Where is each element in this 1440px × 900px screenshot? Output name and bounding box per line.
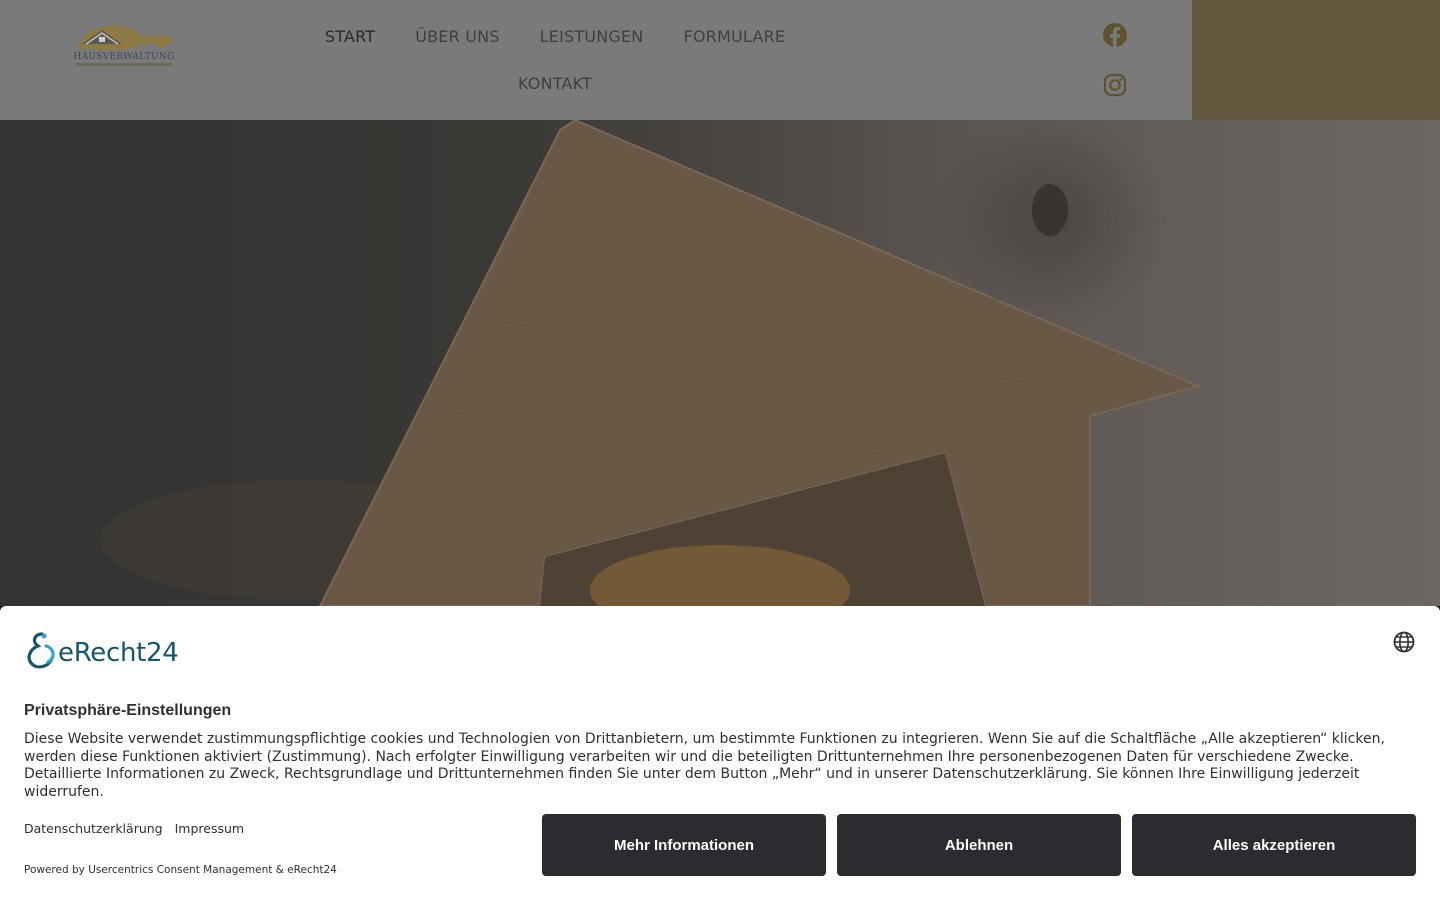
consent-description: Diese Website verwendet zustimmungspflic… [24,731,1385,800]
header-accent-block [1192,0,1440,120]
erecht24-brand-text: eRecht24 [58,638,179,668]
erecht24-symbol-icon [27,632,55,669]
consent-links: Datenschutzerklärung Impressum [24,821,244,836]
nav-leistungen[interactable]: LEISTUNGEN [520,20,664,53]
facebook-icon[interactable] [1102,22,1128,48]
language-globe-icon[interactable] [1392,630,1416,654]
privacy-policy-link[interactable]: Datenschutzerklärung [24,821,163,836]
nav-kontakt[interactable]: KONTAKT [498,67,612,100]
deny-button[interactable]: Ablehnen [837,814,1121,876]
logo-text: HAUSVERWALTUNG [73,52,175,62]
site-header: HAUSVERWALTUNG START ÜBER UNS LEISTUNGEN… [0,0,1440,120]
erecht24-logo: eRecht24 [24,630,194,672]
hero-image [0,120,1440,606]
cardboard-house-image [100,120,1202,606]
instagram-icon[interactable] [1102,72,1128,98]
logo-underline [76,63,172,66]
house-key-logo-icon [78,25,172,51]
nav-formulare[interactable]: FORMULARE [663,20,805,53]
imprint-link[interactable]: Impressum [175,821,244,836]
powered-by-text: Powered by Usercentrics Consent Manageme… [24,864,337,876]
company-logo[interactable]: HAUSVERWALTUNG [72,22,176,68]
cookie-consent-banner: eRecht24 Privatsphäre-Einstellungen Dies… [0,606,1440,900]
nav-start[interactable]: START [305,20,395,53]
accept-all-button[interactable]: Alles akzeptieren [1132,814,1416,876]
more-information-button[interactable]: Mehr Informationen [542,814,826,876]
nav-ueber-uns[interactable]: ÜBER UNS [395,20,519,53]
consent-title: Privatsphäre-Einstellungen [24,702,232,719]
main-navigation: START ÜBER UNS LEISTUNGEN FORMULARE KONT… [310,20,800,100]
